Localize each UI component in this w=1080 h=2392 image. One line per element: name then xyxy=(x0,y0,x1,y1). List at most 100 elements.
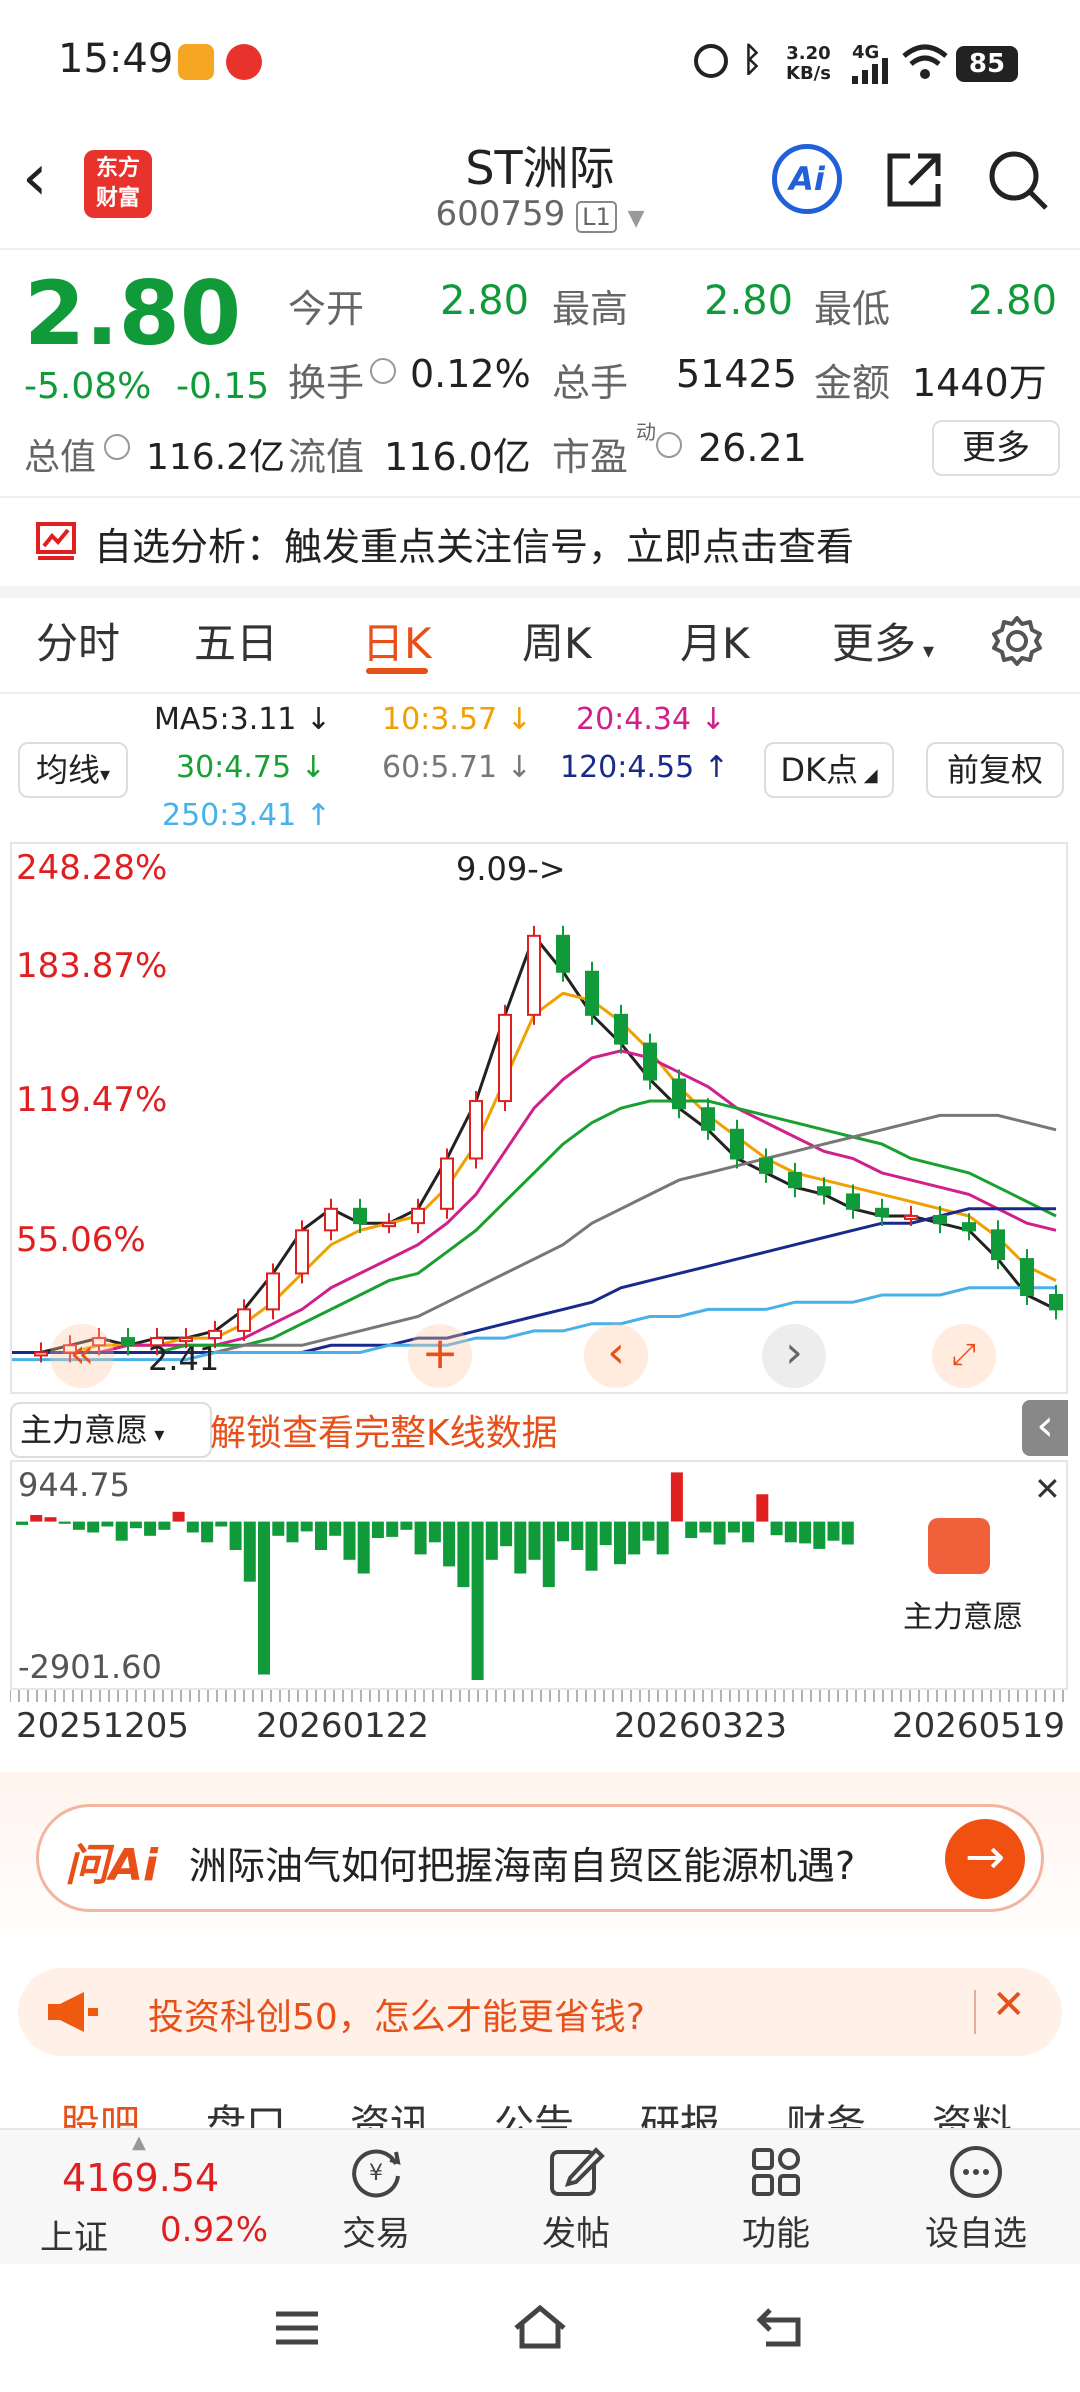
dk-point-button[interactable]: DK点 ◢ xyxy=(764,742,894,798)
ma60-label: 60:5.71 ↓ xyxy=(382,750,532,785)
ai-question-bar[interactable]: 问Ai 洲际油气如何把握海南自贸区能源机遇? → xyxy=(36,1804,1044,1912)
close-icon[interactable]: ✕ xyxy=(1034,1470,1061,1508)
scroll-far-left-button[interactable]: « xyxy=(50,1324,114,1388)
mktcap-label: 总值 xyxy=(24,437,97,478)
turnover-value: 0.12% xyxy=(410,352,531,396)
x-axis-label: 20260519 xyxy=(892,1706,1066,1746)
y-axis-label: 119.47% xyxy=(16,1080,168,1120)
analysis-banner[interactable]: 自选分析：触发重点关注信号，立即点击查看 xyxy=(94,516,854,571)
kline-chart[interactable]: 248.28% 183.87% 119.47% 55.06% 9.09-> 2.… xyxy=(10,842,1068,1394)
indicator-bar xyxy=(841,1521,854,1545)
active-tab-indicator xyxy=(366,668,428,674)
ma30-label: 30:4.75 ↓ xyxy=(176,750,326,785)
tab-five-day[interactable]: 五日 xyxy=(194,610,278,671)
indicator-bar xyxy=(129,1521,142,1529)
indicator-bar xyxy=(229,1521,242,1550)
candle-body xyxy=(962,1222,976,1232)
gear-icon[interactable] xyxy=(990,614,1044,668)
indicator-bar xyxy=(400,1521,413,1530)
search-icon[interactable] xyxy=(986,148,1050,212)
indicator-bar xyxy=(428,1521,441,1543)
indicator-bar xyxy=(542,1521,555,1588)
subtab-profile[interactable]: 资料 xyxy=(932,2092,1012,2128)
nav-trade[interactable]: ¥ 交易 xyxy=(306,2142,446,2255)
indicator-bar xyxy=(16,1521,28,1525)
megaphone-icon xyxy=(48,1992,98,2032)
tab-weekly-k[interactable]: 周K xyxy=(522,610,592,671)
indicator-bar xyxy=(628,1521,641,1555)
subtab-announcements[interactable]: 公告 xyxy=(494,2092,574,2128)
more-button[interactable]: 更多 xyxy=(932,420,1060,476)
home-icon[interactable] xyxy=(512,2304,568,2350)
indicator-bar xyxy=(101,1521,114,1527)
subtab-pankou[interactable]: 盘口 xyxy=(206,2092,286,2128)
ma10-label: 10:3.57 ↓ xyxy=(382,702,532,737)
mktcap-value: 116.2亿 xyxy=(146,437,286,478)
subtab-research[interactable]: 研报 xyxy=(640,2092,720,2128)
indicator-panel[interactable]: 944.75 -2901.60 ✕ 主力意愿 xyxy=(10,1460,1068,1690)
menu-icon[interactable] xyxy=(272,2308,322,2348)
candle-body xyxy=(440,1157,454,1210)
share-icon[interactable] xyxy=(882,148,946,212)
info-icon[interactable] xyxy=(104,434,130,460)
indicator-bar xyxy=(699,1521,712,1533)
tab-more[interactable]: 更多 ▾ xyxy=(832,610,934,671)
indicator-bar xyxy=(186,1521,199,1533)
ad-banner[interactable]: 投资科创50，怎么才能更省钱? ✕ xyxy=(18,1968,1062,2056)
ma-selector[interactable]: 均线▾ xyxy=(18,742,128,798)
ma120-label: 120:4.55 ↑ xyxy=(560,750,729,785)
tab-monthly-k[interactable]: 月K xyxy=(680,610,750,671)
min-price-annotation: 2.41 xyxy=(148,1340,220,1378)
zoom-in-button[interactable]: + xyxy=(408,1324,472,1388)
subtab-news[interactable]: 资讯 xyxy=(350,2092,430,2128)
indicator-promo[interactable]: ✕ 主力意愿 xyxy=(858,1462,1066,1688)
index-value[interactable]: 4169.54 xyxy=(62,2156,219,2200)
back-icon[interactable] xyxy=(756,2304,806,2350)
indicator-bar xyxy=(300,1521,313,1532)
tab-intraday[interactable]: 分时 xyxy=(36,610,120,671)
tab-daily-k[interactable]: 日K xyxy=(362,610,432,671)
indicator-bar xyxy=(258,1521,270,1675)
chart-analysis-icon xyxy=(36,522,76,560)
edit-post-icon xyxy=(550,2147,605,2196)
indicator-bar xyxy=(243,1521,256,1582)
candle-body xyxy=(730,1128,744,1160)
candle-body xyxy=(875,1207,889,1217)
scroll-left-button[interactable]: ‹ xyxy=(584,1324,648,1388)
adjust-button[interactable]: 前复权 xyxy=(926,742,1064,798)
indicator-bar xyxy=(727,1521,740,1533)
stock-code: 600759 xyxy=(435,194,566,234)
candle-body xyxy=(121,1337,135,1347)
indicator-bar xyxy=(485,1521,498,1560)
indicator-min-label: -2901.60 xyxy=(18,1648,162,1686)
indicator-bar xyxy=(329,1521,342,1536)
scroll-right-button[interactable]: › xyxy=(762,1324,826,1388)
app-notification-icon xyxy=(178,44,214,80)
index-name[interactable]: 上证 xyxy=(40,2210,108,2259)
subtab-guba[interactable]: 股吧 xyxy=(60,2092,140,2128)
indicator-bar xyxy=(813,1521,826,1549)
ai-assistant-button[interactable]: Ai xyxy=(772,144,842,214)
ma250-label: 250:3.41 ↑ xyxy=(162,798,331,833)
x-axis-label: 20260323 xyxy=(614,1706,788,1746)
collapse-panel-button[interactable]: ‹ xyxy=(1022,1400,1068,1456)
info-icon[interactable] xyxy=(370,358,396,384)
info-icon[interactable] xyxy=(656,432,682,458)
nav-functions[interactable]: 功能 xyxy=(706,2142,846,2255)
close-icon[interactable]: ✕ xyxy=(992,1982,1026,2028)
indicator-bar xyxy=(343,1521,356,1560)
sub-tabs[interactable]: 股吧 盘口 资讯 公告 研报 财务 资料 xyxy=(0,2080,1080,2128)
bluetooth-icon: ᛒ xyxy=(742,40,763,80)
arrow-right-icon[interactable]: → xyxy=(945,1819,1025,1899)
subtab-financials[interactable]: 财务 xyxy=(786,2092,866,2128)
indicator-selector[interactable]: 主力意愿 ▾ xyxy=(10,1402,212,1458)
fullscreen-icon[interactable]: ⤢ xyxy=(932,1324,996,1388)
index-change[interactable]: 0.92% xyxy=(160,2210,268,2250)
nav-post[interactable]: 发帖 xyxy=(506,2142,646,2255)
indicator-bar xyxy=(144,1521,157,1536)
unlock-kline-link[interactable]: 解锁查看完整K线数据 xyxy=(210,1404,558,1456)
indicator-bar xyxy=(357,1521,370,1574)
nav-add-favorite[interactable]: 设自选 xyxy=(906,2142,1046,2255)
indicator-bar xyxy=(799,1521,812,1544)
battery-icon: 85 xyxy=(956,46,1018,82)
